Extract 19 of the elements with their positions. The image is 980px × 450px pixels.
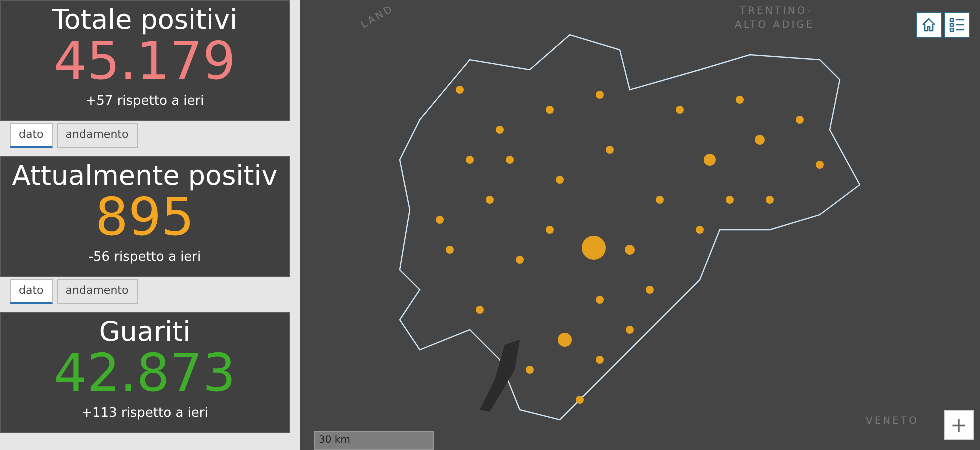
change-text: +113 rispetto a ieri — [80, 405, 210, 424]
tab[interactable]: andamento — [56, 278, 138, 304]
indicator-title: Totale positivi — [51, 5, 239, 36]
home-button[interactable] — [916, 12, 942, 38]
indicator-value: 42.873 — [53, 348, 237, 400]
legend-button[interactable] — [944, 12, 970, 38]
home-icon — [921, 17, 937, 33]
list-icon — [949, 17, 965, 33]
change-text: +57 rispetto a ieri — [84, 93, 206, 112]
tab[interactable]: dato — [10, 278, 53, 304]
indicator-title: Guariti — [98, 317, 192, 348]
tab[interactable]: andamento — [56, 122, 138, 148]
indicator-value: 45.179 — [53, 36, 237, 88]
change-text: -56 rispetto a ieri — [88, 249, 202, 268]
indicator-value: 895 — [94, 192, 195, 244]
indicator-title: Attualmente positiv — [11, 161, 279, 192]
scale-bar: 30 km — [314, 431, 434, 450]
tab[interactable]: dato — [10, 122, 53, 148]
zoom-in-button[interactable]: + — [944, 410, 974, 440]
